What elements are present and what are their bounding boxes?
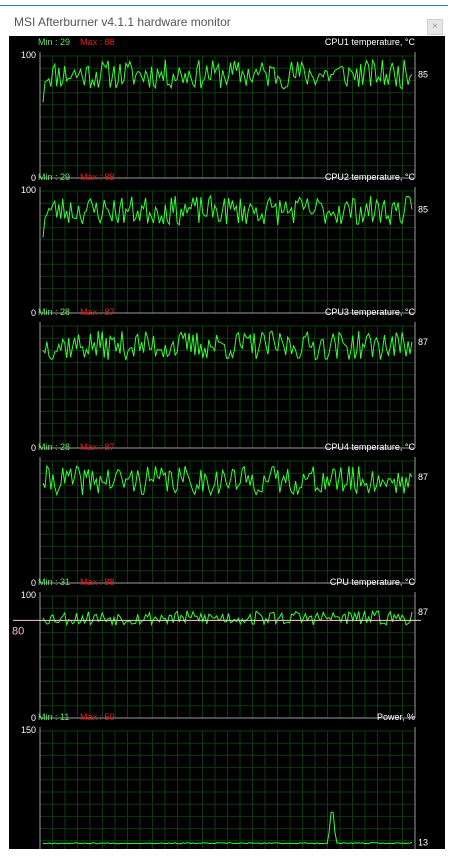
max-label: Max : 88 [80, 172, 115, 182]
graph-cpu3-temperature: Min : 28 Max : 87 CPU3 temperature, °C 0 87 [31, 307, 428, 453]
y-min-label: 0 [31, 848, 36, 849]
current-value-label: 87 [418, 337, 428, 347]
max-label: Max : 88 [80, 577, 115, 587]
max-label: Max : 87 [80, 307, 115, 317]
max-label: Max : 50 [80, 712, 115, 722]
min-label: Min : 11 [38, 712, 69, 722]
y-min-label: 0 [31, 173, 36, 183]
y-max-label: 100 [21, 50, 36, 60]
graph-title: CPU1 temperature, °C [325, 37, 416, 47]
close-button[interactable]: × [427, 19, 443, 35]
y-min-label: 0 [31, 443, 36, 453]
graph-cpu2-temperature: Min : 29 Max : 88 CPU2 temperature, °C 100 0… [21, 172, 428, 318]
graph-cpu1-temperature: Min : 29 Max : 88 CPU1 temperature, °C 100 0… [21, 37, 428, 183]
y-min-label: 0 [31, 713, 36, 723]
title-bar[interactable]: MSI Afterburner v4.1.1 hardware monitor … [0, 6, 454, 36]
threshold-label: 80 [12, 625, 24, 637]
min-label: Min : 29 [38, 37, 70, 47]
y-min-label: 0 [31, 578, 36, 588]
graph-cpu4-temperature: Min : 28 Max : 87 CPU4 temperature, °C 0 87 [31, 442, 428, 588]
graph-canvas: Min : 29 Max : 88 CPU1 temperature, °C 100 0… [12, 37, 428, 858]
graph-title: Power, % [377, 712, 415, 722]
hardware-monitor-window: MSI Afterburner v4.1.1 hardware monitor … [0, 0, 454, 858]
max-label: Max : 87 [80, 442, 115, 452]
graph-title: CPU4 temperature, °C [325, 442, 416, 452]
graph-power: Min : 11 Max : 50 Power, % 150 0 13 [21, 712, 428, 858]
graph-cpu-temperature: Min : 31 Max : 88 CPU temperature, °C 100 0 8… [12, 577, 428, 723]
min-label: Min : 28 [38, 442, 70, 452]
min-label: Min : 29 [38, 172, 70, 182]
graph-title: CPU3 temperature, °C [325, 307, 416, 317]
y-min-label: 0 [31, 308, 36, 318]
current-value-label: 87 [418, 607, 428, 617]
graph-area: Min : 29 Max : 88 CPU1 temperature, °C 100 0… [9, 36, 445, 858]
window-title: MSI Afterburner v4.1.1 hardware monitor [14, 15, 231, 29]
graph-title: CPU2 temperature, °C [325, 172, 416, 182]
y-max-label: 100 [21, 185, 36, 195]
current-value-label: 85 [418, 69, 428, 79]
min-label: Min : 28 [38, 307, 70, 317]
graph-title: CPU temperature, °C [330, 577, 416, 587]
y-max-label: 150 [21, 725, 36, 735]
current-value-label: 87 [418, 472, 428, 482]
min-label: Min : 31 [38, 577, 70, 587]
current-value-label: 13 [418, 837, 428, 847]
y-max-label: 100 [21, 590, 36, 600]
current-value-label: 85 [418, 204, 428, 214]
max-label: Max : 88 [80, 37, 115, 47]
